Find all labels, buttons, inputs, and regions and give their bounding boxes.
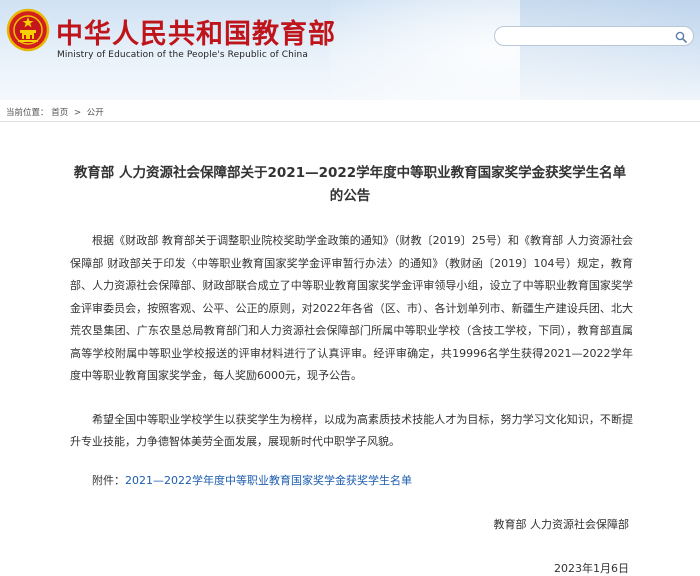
article-paragraph: 根据《财政部 教育部关于调整职业院校奖助学金政策的通知》（财教〔2019〕25号… — [70, 234, 633, 382]
site-header: 中华人民共和国教育部 Ministry of Education of the … — [0, 0, 700, 100]
attachment-link[interactable]: 2021—2022学年度中等职业教育国家奖学金获奖学生名单 — [125, 474, 412, 487]
article-title: 教育部 人力资源社会保障部关于2021—2022学年度中等职业教育国家奖学金获奖… — [73, 165, 627, 204]
article-body: 根据《财政部 教育部关于调整职业院校奖助学金政策的通知》（财教〔2019〕25号… — [70, 230, 633, 454]
breadcrumb: 当前位置： 首页 > 公开 — [6, 106, 104, 118]
signature: 教育部 人力资源社会保障部 — [493, 518, 630, 531]
site-subtitle: Ministry of Education of the People's Re… — [57, 50, 308, 60]
search-icon — [675, 31, 687, 43]
attachment-label: 附件： — [92, 474, 125, 487]
attachment: 附件：2021—2022学年度中等职业教育国家奖学金获奖学生名单 — [92, 472, 412, 488]
site-title[interactable]: 中华人民共和国教育部 — [56, 12, 336, 51]
search-button[interactable] — [674, 30, 688, 43]
breadcrumb-home-link[interactable]: 首页 — [51, 108, 68, 118]
article-paragraph: 希望全国中等职业学校学生以获奖学生为榜样，以成为高素质技术技能人才为目标，努力学… — [70, 412, 633, 449]
header-background-decoration — [520, 0, 700, 100]
search-input[interactable] — [503, 29, 653, 43]
breadcrumb-separator: > — [73, 108, 82, 118]
publish-date: 2023年1月6日 — [554, 562, 629, 575]
search-box — [494, 26, 694, 46]
breadcrumb-public-link[interactable]: 公开 — [87, 108, 104, 118]
breadcrumb-label: 当前位置： — [6, 108, 49, 118]
national-emblem-icon[interactable] — [6, 8, 50, 52]
divider — [0, 121, 700, 122]
